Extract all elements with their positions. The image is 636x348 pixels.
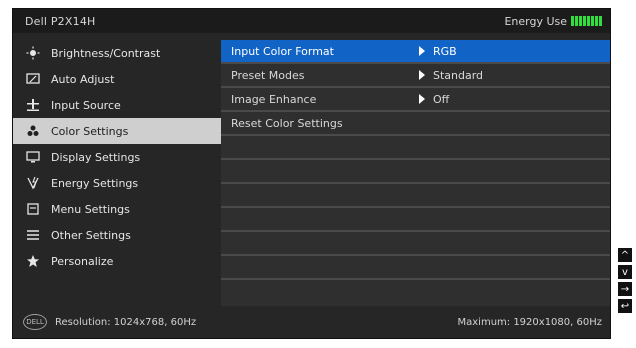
sidebar-item-label: Energy Settings — [51, 176, 139, 190]
back-button[interactable]: ↩ — [618, 299, 632, 313]
energy-bar — [571, 16, 574, 26]
osd-header: Dell P2X14H Energy Use — [13, 9, 610, 33]
sidebar-item[interactable]: Energy Settings — [13, 170, 221, 196]
energy-bar — [591, 16, 594, 26]
submenu-row-label: Preset Modes — [231, 68, 305, 82]
nav-buttons: ^ v → ↩ — [618, 248, 632, 313]
down-button[interactable]: v — [618, 265, 632, 279]
dell-logo-icon: DELL — [23, 314, 47, 330]
sidebar-item-label: Display Settings — [51, 150, 141, 164]
energy-bar — [575, 16, 578, 26]
up-button[interactable]: ^ — [618, 248, 632, 262]
submenu-arrow-icon — [419, 94, 425, 104]
display-settings-icon — [23, 150, 43, 164]
submenu-row-value: Off — [411, 93, 449, 106]
submenu-row — [221, 184, 610, 208]
submenu-row[interactable]: Reset Color Settings — [221, 112, 610, 136]
sidebar-item-label: Other Settings — [51, 228, 131, 242]
maximum-resolution-text: Maximum: 1920x1080, 60Hz — [457, 316, 603, 328]
submenu-row[interactable]: Preset Modes Standard — [221, 64, 610, 88]
submenu-row-value-text: Standard — [433, 68, 484, 82]
submenu-row — [221, 208, 610, 232]
sidebar-item-label: Brightness/Contrast — [51, 46, 161, 60]
submenu-row[interactable]: Image Enhance Off — [221, 88, 610, 112]
submenu-row-value: RGB — [411, 45, 457, 58]
submenu-row-label: Reset Color Settings — [231, 116, 343, 130]
sidebar-item-label: Color Settings — [51, 124, 129, 138]
submenu-row[interactable]: Input Color Format RGB — [221, 40, 610, 64]
submenu-arrow-icon — [419, 46, 425, 56]
energy-bars — [571, 16, 602, 26]
submenu-row-label: Image Enhance — [231, 92, 317, 106]
sidebar-item[interactable]: Personalize — [13, 248, 221, 274]
input-source-icon — [23, 98, 43, 112]
sidebar-item[interactable]: Brightness/Contrast — [13, 40, 221, 66]
sidebar-item[interactable]: Menu Settings — [13, 196, 221, 222]
energy-bar — [587, 16, 590, 26]
menu-settings-icon — [23, 202, 43, 216]
sidebar-item-label: Auto Adjust — [51, 72, 115, 86]
sidebar-item[interactable]: Other Settings — [13, 222, 221, 248]
other-settings-icon — [23, 228, 43, 242]
monitor-model: Dell P2X14H — [25, 14, 96, 28]
sidebar-item[interactable]: Color Settings — [13, 118, 221, 144]
energy-bar — [579, 16, 582, 26]
submenu-row — [221, 232, 610, 256]
sidebar-item[interactable]: Display Settings — [13, 144, 221, 170]
energy-bar — [583, 16, 586, 26]
submenu-row — [221, 136, 610, 160]
energy-settings-icon — [23, 176, 43, 190]
sidebar-item-label: Input Source — [51, 98, 121, 112]
sidebar-item-label: Personalize — [51, 254, 114, 268]
energy-bar — [595, 16, 598, 26]
sidebar-item[interactable]: Input Source — [13, 92, 221, 118]
submenu-row-value-text: Off — [433, 92, 450, 106]
energy-bar — [599, 16, 602, 26]
sidebar-item[interactable]: Auto Adjust — [13, 66, 221, 92]
brightness-icon — [23, 46, 43, 60]
submenu-row-value-text: RGB — [433, 44, 457, 58]
energy-meter: Energy Use — [504, 15, 602, 28]
monitor-osd: Dell P2X14H Energy Use Brightness/Contra… — [12, 8, 611, 339]
sidebar-menu: Brightness/Contrast Auto Adjust Input Sour… — [13, 40, 221, 274]
submenu-row — [221, 256, 610, 280]
energy-label: Energy Use — [504, 14, 567, 28]
resolution-text: Resolution: 1024x768, 60Hz — [55, 316, 197, 328]
osd-footer: DELL Resolution: 1024x768, 60Hz Maximum:… — [13, 306, 610, 338]
submenu-row — [221, 160, 610, 184]
sidebar-item-label: Menu Settings — [51, 202, 130, 216]
submenu-row-value: Standard — [411, 69, 483, 82]
star-icon — [23, 254, 43, 268]
enter-button[interactable]: → — [618, 282, 632, 296]
color-settings-icon — [23, 124, 43, 138]
submenu-row-label: Input Color Format — [231, 44, 334, 58]
submenu-arrow-icon — [419, 70, 425, 80]
auto-adjust-icon — [23, 72, 43, 86]
submenu-panel: Input Color Format RGB Preset Modes Standar… — [221, 40, 610, 306]
